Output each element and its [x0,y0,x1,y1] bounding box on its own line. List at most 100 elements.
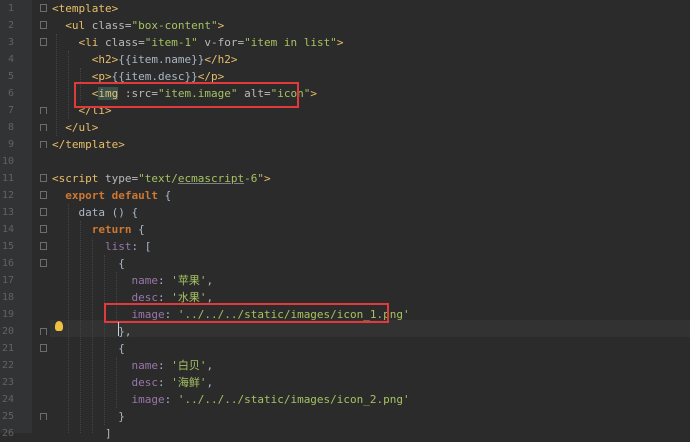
code-line[interactable]: 9 </template> [0,136,690,153]
code-token: data () { [78,206,139,219]
code-text[interactable]: <li class="item-1" v-for="item in list"> [52,34,344,51]
code-token: class= [91,19,132,32]
code-text[interactable]: image: '../../../static/images/icon_2.pn… [52,391,409,408]
code-text[interactable]: <h2>{{item.name}}</h2> [52,51,238,68]
text-caret [118,322,119,336]
line-number: 2 [7,20,14,31]
code-token: v-for= [197,36,245,49]
code-text[interactable]: name: '白贝', [52,357,213,374]
code-token: <ul [65,19,92,32]
code-token: <script [52,172,105,185]
code-token: class= [105,36,145,49]
line-number: 24 [1,394,14,405]
code-text[interactable]: </ul> [52,119,98,136]
code-token: > [336,36,344,49]
fold-marker-icon[interactable] [40,191,47,199]
line-number: 16 [1,258,14,269]
code-line[interactable]: 15 list: [ [0,238,690,255]
code-token: '苹果' [171,274,207,287]
fold-marker-icon[interactable] [40,174,47,182]
code-token: , [206,359,214,372]
indent-guide [80,221,81,433]
code-text[interactable]: desc: '海鲜', [52,374,213,391]
code-token: name [131,274,158,287]
highlight-box-img-tag [74,82,299,108]
fold-marker-icon[interactable] [40,344,47,352]
code-token: export default [65,189,165,202]
code-line[interactable]: 26 ] [0,425,690,442]
line-number: 26 [1,428,14,439]
code-text[interactable]: { [52,340,125,357]
code-token: '海鲜' [171,376,207,389]
fold-marker-icon[interactable] [40,141,47,148]
fold-marker-icon[interactable] [40,259,47,267]
fold-marker-icon[interactable] [40,124,47,131]
code-line[interactable]: 2 <ul class="box-content"> [0,17,690,34]
code-text[interactable]: <ul class="box-content"> [52,17,224,34]
indent-guide [116,357,117,408]
code-token: : [157,274,172,287]
fold-marker-icon[interactable] [40,225,47,233]
code-line[interactable]: 11 <script type="text/ecmascript-6"> [0,170,690,187]
line-number: 1 [7,3,14,14]
code-token: { [118,342,125,355]
fold-marker-icon[interactable] [40,328,47,335]
fold-marker-icon[interactable] [40,413,47,420]
lightbulb-icon[interactable] [55,321,63,331]
code-text[interactable]: } [52,408,125,425]
line-number: 4 [7,54,14,65]
code-line[interactable]: 1 <template> [0,0,690,17]
code-token: : [164,393,178,406]
indent-guide [56,34,57,136]
code-text[interactable]: { [52,255,125,272]
code-token: { [164,189,172,202]
code-text[interactable]: <template> [52,0,118,17]
fold-marker-icon[interactable] [40,38,47,46]
code-token: "text/ecmascript-6" [138,172,264,185]
code-line[interactable]: 3 <li class="item-1" v-for="item in list… [0,34,690,51]
code-token: desc [131,376,158,389]
code-line[interactable]: 13 data () { [0,204,690,221]
code-token: <template> [52,2,119,15]
code-text[interactable]: export default { [52,187,171,204]
code-token: <li [78,36,105,49]
code-text[interactable]: return { [52,221,145,238]
code-token: "item in list" [244,36,337,49]
code-text[interactable]: ] [52,425,112,442]
line-number: 8 [7,122,14,133]
line-number: 12 [1,190,14,201]
line-number: 25 [1,411,14,422]
code-line[interactable]: 10 [0,153,690,170]
code-token: "item-1" [144,36,198,49]
fold-marker-icon[interactable] [40,4,47,12]
code-text[interactable]: name: '苹果', [52,272,213,289]
code-token: "box-content" [131,19,218,32]
fold-marker-icon[interactable] [40,208,47,216]
code-line[interactable]: 8 </ul> [0,119,690,136]
line-number: 7 [7,105,14,116]
indent-guide [104,255,105,425]
code-text[interactable]: <script type="text/ecmascript-6"> [52,170,271,187]
code-editor[interactable]: 1 <template> 2 <ul class="box-content"> 3 <… [0,0,690,440]
code-token: </template> [52,138,125,151]
code-line[interactable]: 14 return { [0,221,690,238]
code-token: > [217,19,225,32]
code-text[interactable]: data () { [52,204,139,221]
line-number: 23 [1,377,14,388]
line-number: 22 [1,360,14,371]
fold-marker-icon[interactable] [40,21,47,29]
code-token: : [157,359,172,372]
code-token: : [157,376,172,389]
code-token: ecmascript [177,172,245,185]
code-token: { [118,257,125,270]
fold-marker-icon[interactable] [40,107,47,114]
code-line[interactable]: 12 export default { [0,187,690,204]
code-text[interactable]: list: [ [52,238,151,255]
code-text[interactable]: </template> [52,136,125,153]
code-token: type= [104,172,139,185]
line-number: 6 [7,88,14,99]
code-line[interactable]: 4 <h2>{{item.name}}</h2> [0,51,690,68]
code-token: '白贝' [171,359,207,372]
fold-marker-icon[interactable] [40,242,47,250]
line-number: 11 [1,173,14,184]
